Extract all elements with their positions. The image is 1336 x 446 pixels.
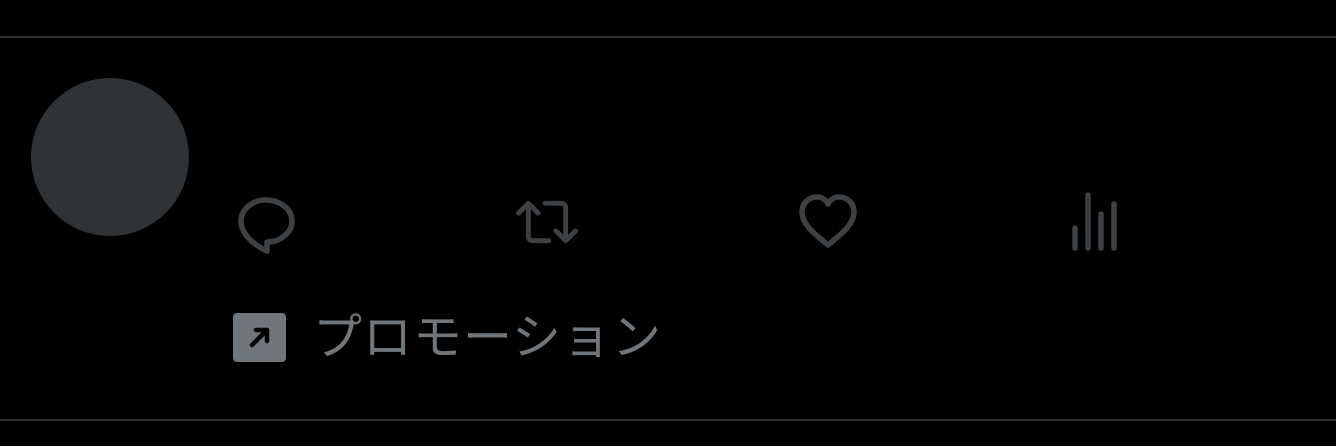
retweet-button[interactable]	[515, 190, 579, 254]
views-analytics-icon	[1072, 192, 1117, 251]
avatar[interactable]	[31, 78, 189, 236]
promoted-indicator: プロモーション	[233, 304, 662, 370]
promoted-arrow-icon	[233, 312, 286, 362]
like-heart-icon	[799, 194, 857, 248]
reply-button[interactable]	[234, 190, 298, 254]
promoted-label: プロモーション	[313, 308, 663, 366]
reply-icon	[238, 197, 295, 254]
retweet-icon	[516, 200, 578, 244]
views-button[interactable]	[1064, 190, 1128, 254]
promoted-tweet[interactable]: プロモーション	[0, 38, 1336, 419]
like-button[interactable]	[796, 190, 860, 254]
bottom-divider	[0, 419, 1336, 421]
